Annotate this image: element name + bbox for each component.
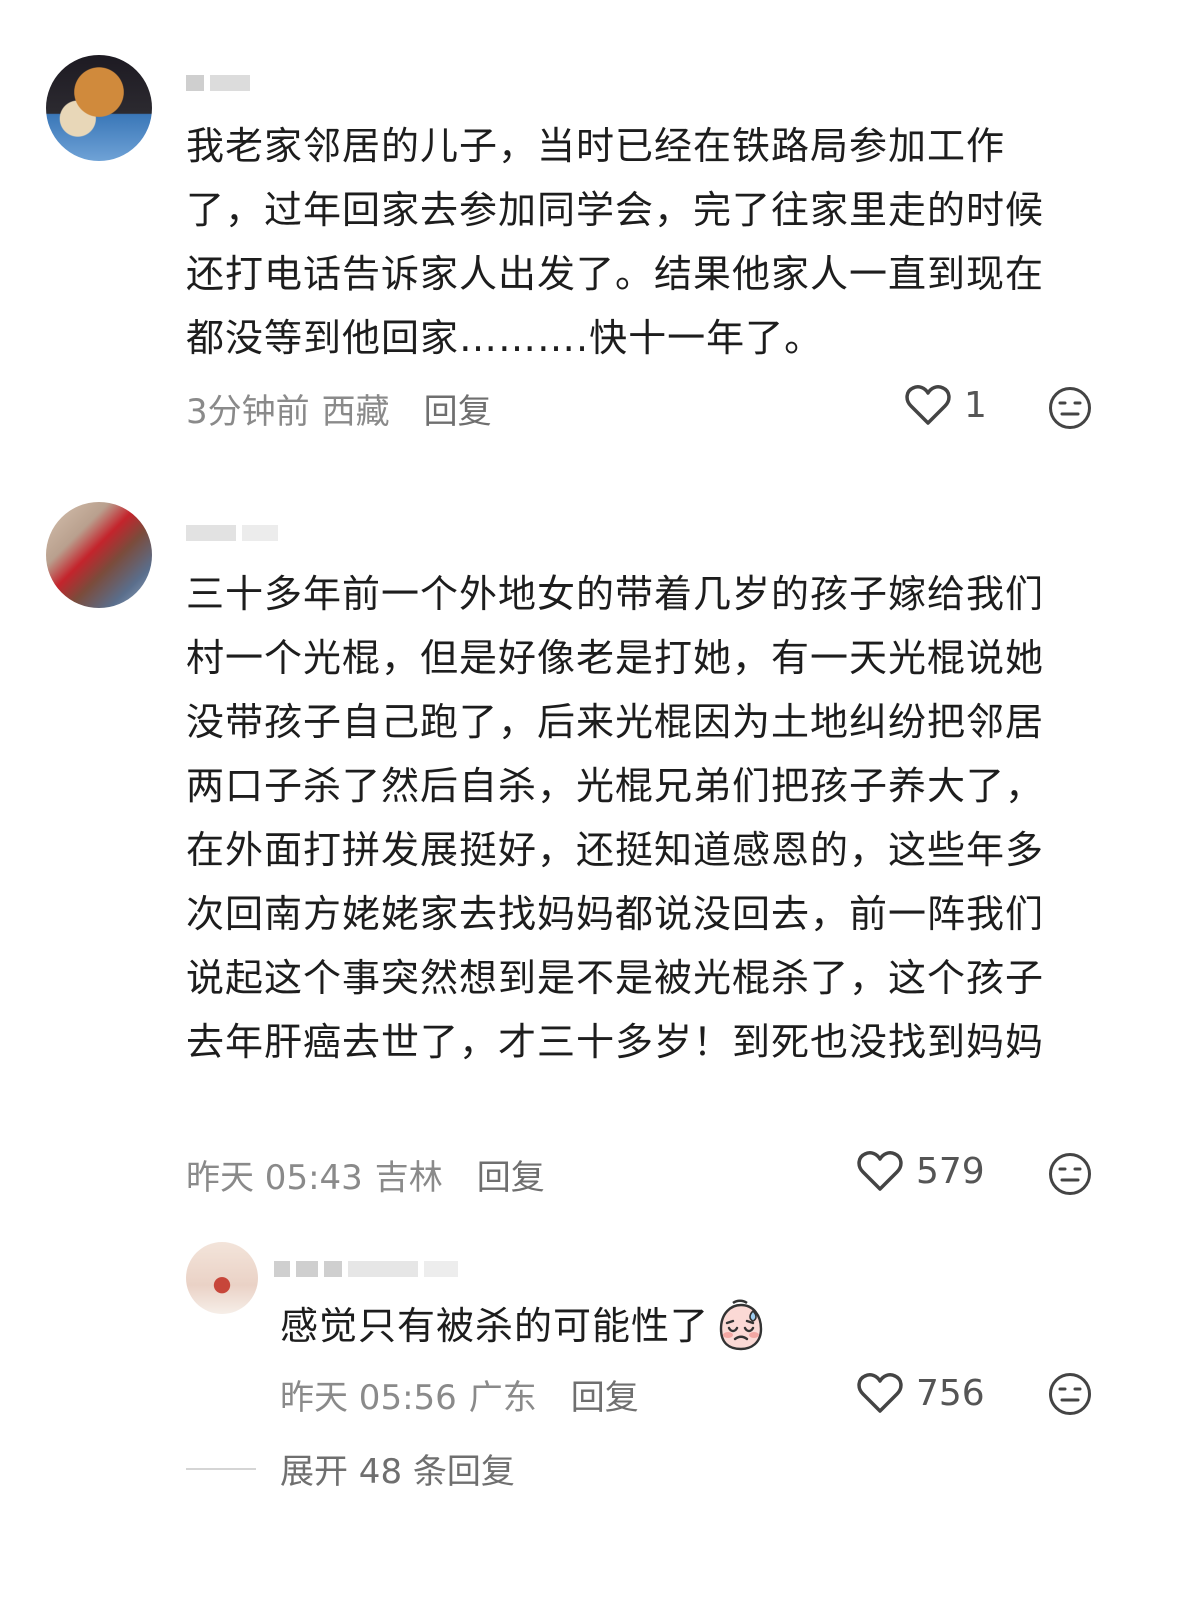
avatar[interactable] bbox=[46, 55, 152, 161]
crying-face-emoji bbox=[719, 1299, 763, 1351]
reply-text-row: 感觉只有被杀的可能性了 bbox=[280, 1294, 767, 1358]
expand-replies-label: 展开 48 条回复 bbox=[280, 1452, 515, 1492]
like-count: 579 bbox=[916, 1150, 985, 1192]
reply-text: 感觉只有被杀的可能性了 bbox=[280, 1304, 710, 1348]
comment-time: 昨天 05:43 bbox=[186, 1158, 363, 1198]
like-button[interactable]: 1 bbox=[904, 384, 987, 426]
reply-button[interactable]: 回复 bbox=[424, 384, 492, 433]
heart-outline-icon bbox=[905, 385, 951, 425]
expand-replies-button[interactable]: 展开 48 条回复 bbox=[186, 1444, 515, 1493]
reply-time: 昨天 05:56 bbox=[280, 1378, 457, 1418]
comment-text: 我老家邻居的儿子，当时已经在铁路局参加工作了，过年回家去参加同学会，完了往家里走… bbox=[186, 124, 1045, 360]
neutral-face-icon[interactable] bbox=[1048, 386, 1092, 430]
comment-text: 三十多年前一个外地女的带着几岁的孩子嫁给我们村一个光棍，但是好像老是打她，有一天… bbox=[186, 572, 1045, 1064]
reply-button[interactable]: 回复 bbox=[477, 1150, 545, 1199]
reply-avatar[interactable] bbox=[186, 1242, 258, 1314]
heart-outline-icon bbox=[857, 1373, 903, 1413]
username-mosaic[interactable] bbox=[186, 72, 250, 94]
heart-outline-icon bbox=[857, 1151, 903, 1191]
avatar[interactable] bbox=[46, 502, 152, 608]
reply-meta: 昨天 05:56 广东 回复 bbox=[280, 1370, 639, 1419]
reply-button[interactable]: 回复 bbox=[571, 1370, 639, 1419]
reply-location: 广东 bbox=[468, 1378, 537, 1418]
divider-line bbox=[186, 1467, 256, 1470]
username-mosaic[interactable] bbox=[274, 1258, 458, 1280]
comment-location: 吉林 bbox=[374, 1158, 443, 1198]
comment-time: 3分钟前 bbox=[186, 392, 310, 432]
like-count: 1 bbox=[964, 384, 987, 426]
comment-meta: 昨天 05:43 吉林 回复 bbox=[186, 1150, 545, 1199]
like-button[interactable]: 756 bbox=[856, 1372, 985, 1414]
like-button[interactable]: 579 bbox=[856, 1150, 985, 1192]
comment-meta: 3分钟前 西藏 回复 bbox=[186, 384, 492, 433]
username-mosaic[interactable] bbox=[186, 522, 278, 544]
like-count: 756 bbox=[916, 1372, 985, 1414]
neutral-face-icon[interactable] bbox=[1048, 1372, 1092, 1416]
neutral-face-icon[interactable] bbox=[1048, 1152, 1092, 1196]
comment-location: 西藏 bbox=[321, 392, 390, 432]
